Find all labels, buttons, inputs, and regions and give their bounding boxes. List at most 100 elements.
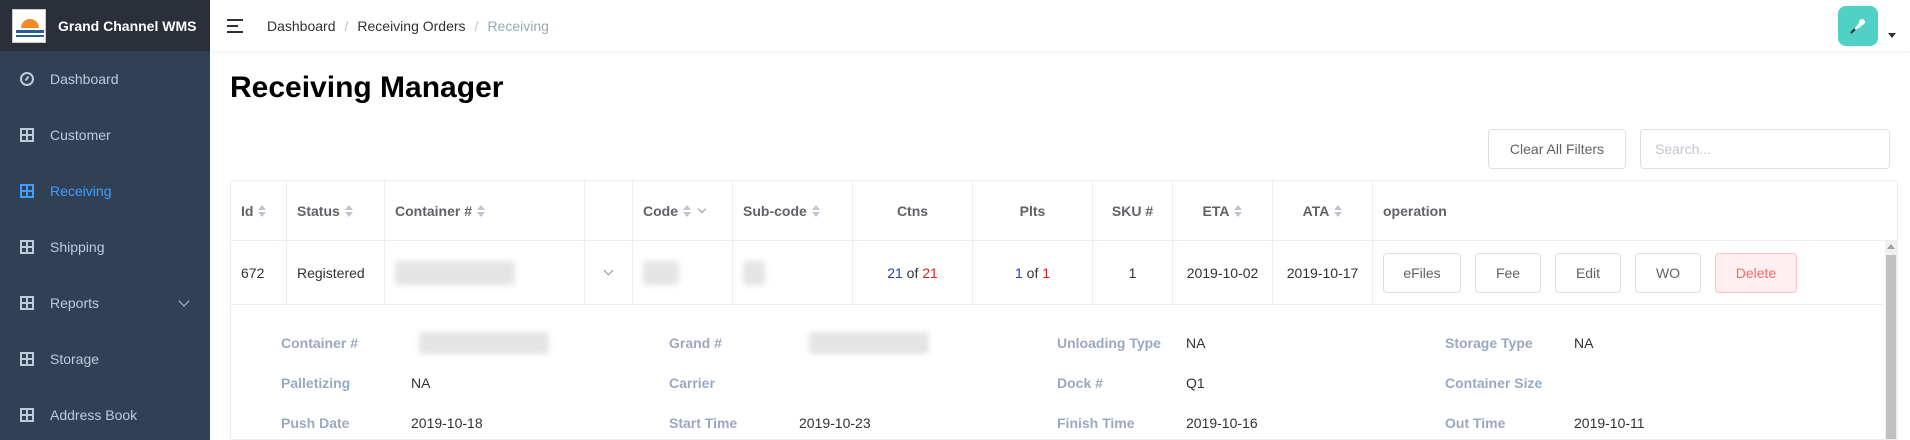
detail-label: Carrier <box>669 375 715 391</box>
column-code[interactable]: Code <box>633 181 733 240</box>
cell-ata: 2019-10-17 <box>1273 241 1373 304</box>
column-id[interactable]: Id <box>231 181 287 240</box>
detail-label: Push Date <box>281 415 350 431</box>
cell-container <box>385 241 585 304</box>
detail-label: Unloading Type <box>1057 335 1161 351</box>
expand-row-button[interactable] <box>585 241 633 304</box>
detail-label: Start Time <box>669 415 738 431</box>
cell-operation: eFiles Fee Edit WO Delete <box>1373 241 1897 304</box>
sidebar-item-label: Dashboard <box>50 71 119 87</box>
grid-icon <box>20 240 34 254</box>
grid-icon <box>20 352 34 366</box>
redacted-container <box>395 260 515 285</box>
column-ata[interactable]: ATA <box>1273 181 1373 240</box>
sidebar-item-label: Shipping <box>50 239 105 255</box>
breadcrumb-receiving: Receiving <box>487 17 549 34</box>
cell-plts: 1 of 1 <box>973 241 1093 304</box>
breadcrumb: Dashboard / Receiving Orders / Receiving <box>267 17 549 34</box>
brand-title: Grand Channel WMS <box>58 17 197 34</box>
column-status[interactable]: Status <box>287 181 385 240</box>
receiving-table: Id Status Container # Code Sub-code Ctns… <box>230 180 1898 440</box>
detail-label: Dock # <box>1057 375 1103 391</box>
sidebar-item-receiving[interactable]: Receiving <box>0 163 210 219</box>
detail-value: 2019-10-11 <box>1574 415 1645 431</box>
detail-value: Q1 <box>1186 375 1205 391</box>
table-scrollbar[interactable] <box>1885 241 1897 439</box>
efiles-button[interactable]: eFiles <box>1383 252 1461 293</box>
brand[interactable]: Grand Channel WMS <box>0 0 210 51</box>
detail-label: Storage Type <box>1445 335 1533 351</box>
sidebar-item-dashboard[interactable]: Dashboard <box>0 51 210 107</box>
column-eta[interactable]: ETA <box>1173 181 1273 240</box>
column-expand <box>585 181 633 240</box>
cell-subcode <box>733 241 853 304</box>
redacted-subcode <box>743 260 765 285</box>
detail-value: NA <box>1186 335 1206 351</box>
delete-button[interactable]: Delete <box>1715 252 1797 293</box>
scroll-up-icon[interactable] <box>1887 244 1895 249</box>
sort-icon[interactable] <box>1234 204 1243 217</box>
caret-down-icon[interactable] <box>1888 33 1896 38</box>
filter-dropdown-icon[interactable] <box>697 204 707 213</box>
sort-icon[interactable] <box>683 204 691 217</box>
detail-label: Container # <box>281 335 359 351</box>
wo-button[interactable]: WO <box>1635 252 1701 293</box>
sidebar-item-label: Receiving <box>50 183 112 199</box>
detail-label: Container Size <box>1445 375 1543 391</box>
sidebar-item-shipping[interactable]: Shipping <box>0 219 210 275</box>
sidebar-item-label: Address Book <box>50 407 138 423</box>
main-content: Receiving Manager Clear All Filters Id S… <box>210 51 1910 440</box>
detail-value: NA <box>411 375 431 391</box>
dashboard-icon <box>20 72 34 86</box>
sort-icon[interactable] <box>1334 204 1343 217</box>
detail-value: NA <box>1574 335 1594 351</box>
column-sku: SKU # <box>1093 181 1173 240</box>
grid-icon <box>20 408 34 422</box>
logo-icon <box>12 8 46 43</box>
sidebar-item-label: Storage <box>50 351 100 367</box>
sidebar-item-storage[interactable]: Storage <box>0 331 210 387</box>
sidebar-item-address-book[interactable]: Address Book <box>0 387 210 440</box>
search-input[interactable] <box>1640 129 1890 169</box>
chevron-down-icon <box>178 295 190 307</box>
column-subcode[interactable]: Sub-code <box>733 181 853 240</box>
menu-toggle-icon[interactable] <box>227 18 243 33</box>
redacted-container <box>419 332 549 354</box>
column-operation: operation <box>1383 202 1447 219</box>
scrollbar-thumb[interactable] <box>1886 255 1896 439</box>
sidebar-menu: Dashboard Customer Receiving Shipping Re… <box>0 51 210 440</box>
sidebar-item-customer[interactable]: Customer <box>0 107 210 163</box>
grid-icon <box>20 184 34 198</box>
cell-sku: 1 <box>1093 241 1173 304</box>
sidebar-item-label: Customer <box>50 127 111 143</box>
column-ctns: Ctns <box>853 181 973 240</box>
detail-label: Finish Time <box>1057 415 1135 431</box>
page-title: Receiving Manager <box>230 71 504 104</box>
table-header: Id Status Container # Code Sub-code Ctns… <box>231 181 1897 241</box>
grid-icon <box>20 296 34 310</box>
column-container[interactable]: Container # <box>385 181 585 240</box>
sort-icon[interactable] <box>477 204 486 217</box>
redacted-grand <box>809 332 929 354</box>
sidebar-item-label: Reports <box>50 295 100 311</box>
redacted-code <box>643 260 679 285</box>
detail-value: 2019-10-18 <box>411 415 483 431</box>
edit-button[interactable]: Edit <box>1555 252 1621 293</box>
avatar[interactable] <box>1838 6 1878 46</box>
grid-icon <box>20 128 34 142</box>
column-plts: Plts <box>973 181 1093 240</box>
sort-icon[interactable] <box>258 204 267 217</box>
table-row[interactable]: 672 Registered 21 of 21 1 of 1 1 2019-10… <box>231 241 1897 305</box>
cell-eta: 2019-10-02 <box>1173 241 1273 304</box>
cell-id: 672 <box>231 241 287 304</box>
clear-filters-button[interactable]: Clear All Filters <box>1488 129 1626 169</box>
sidebar-item-reports[interactable]: Reports <box>0 275 210 331</box>
detail-value: 2019-10-23 <box>799 415 871 431</box>
sort-icon[interactable] <box>344 204 353 217</box>
breadcrumb-dashboard[interactable]: Dashboard <box>267 18 336 34</box>
detail-label: Grand # <box>669 335 722 351</box>
fee-button[interactable]: Fee <box>1475 252 1541 293</box>
cell-code <box>633 241 733 304</box>
sort-icon[interactable] <box>811 204 820 217</box>
breadcrumb-receiving-orders[interactable]: Receiving Orders <box>357 18 465 34</box>
